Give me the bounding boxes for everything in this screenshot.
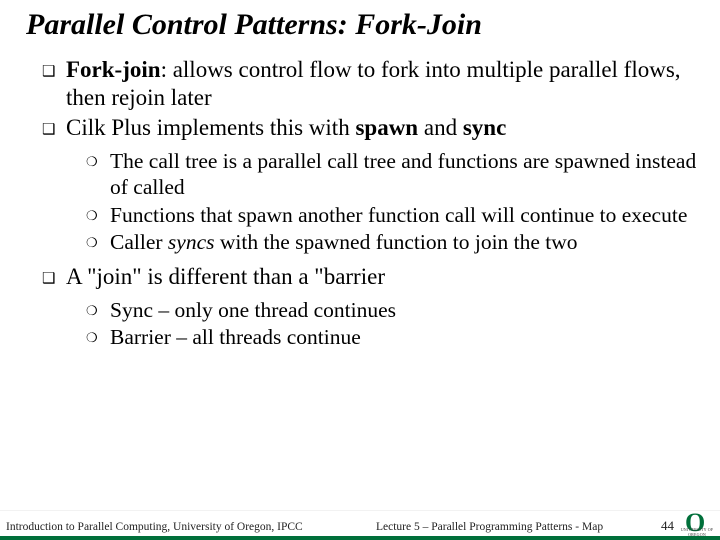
emph-syncs: syncs: [168, 230, 215, 254]
square-bullet-icon: ❑: [42, 63, 66, 81]
slide-footer: Introduction to Parallel Computing, Univ…: [0, 510, 720, 540]
keyword-spawn: spawn: [355, 115, 418, 140]
circle-bullet-icon: ❍: [86, 303, 110, 319]
text: A "join" is different than a "barrier: [66, 264, 385, 289]
text: Functions that spawn another function ca…: [110, 203, 687, 227]
footer-course-info: Introduction to Parallel Computing, Univ…: [6, 521, 303, 533]
sub-bullet-call-tree: ❍The call tree is a parallel call tree a…: [20, 148, 700, 200]
keyword-sync: sync: [463, 115, 506, 140]
slide-body: ❑Fork-join: allows control flow to fork …: [20, 56, 700, 540]
bullet-join-vs-barrier: ❑A "join" is different than a "barrier: [20, 263, 700, 291]
circle-bullet-icon: ❍: [86, 235, 110, 251]
slide-title: Parallel Control Patterns: Fork-Join: [20, 8, 700, 42]
text: The call tree is a parallel call tree an…: [110, 149, 696, 199]
sub-bullet-sync: ❍Sync – only one thread continues: [20, 297, 700, 323]
circle-bullet-icon: ❍: [86, 330, 110, 346]
sub-bullets-group: ❍The call tree is a parallel call tree a…: [20, 148, 700, 255]
footer-accent-bar: [0, 536, 720, 540]
bullet-cilk-plus: ❑Cilk Plus implements this with spawn an…: [20, 114, 700, 142]
page-number: 44: [661, 518, 674, 534]
text: Sync – only one thread continues: [110, 298, 396, 322]
term-fork-join: Fork-join: [66, 57, 161, 82]
text: Barrier – all threads continue: [110, 325, 361, 349]
university-logo: O UNIVERSITY OF OREGON: [680, 510, 714, 536]
circle-bullet-icon: ❍: [86, 154, 110, 170]
bullet-fork-join-def: ❑Fork-join: allows control flow to fork …: [20, 56, 700, 112]
text: with the spawned function to join the tw…: [215, 230, 578, 254]
square-bullet-icon: ❑: [42, 121, 66, 139]
text: Cilk Plus implements this with: [66, 115, 355, 140]
sub-bullet-barrier: ❍Barrier – all threads continue: [20, 324, 700, 350]
text: Caller: [110, 230, 168, 254]
sub-bullet-caller-syncs: ❍Caller syncs with the spawned function …: [20, 229, 700, 255]
sub-bullet-continue-execute: ❍Functions that spawn another function c…: [20, 202, 700, 228]
footer-lecture-title: Lecture 5 – Parallel Programming Pattern…: [376, 521, 603, 533]
square-bullet-icon: ❑: [42, 270, 66, 288]
slide: Parallel Control Patterns: Fork-Join ❑Fo…: [0, 0, 720, 540]
text: and: [418, 115, 463, 140]
sub-bullets-group: ❍Sync – only one thread continues ❍Barri…: [20, 297, 700, 350]
circle-bullet-icon: ❍: [86, 208, 110, 224]
